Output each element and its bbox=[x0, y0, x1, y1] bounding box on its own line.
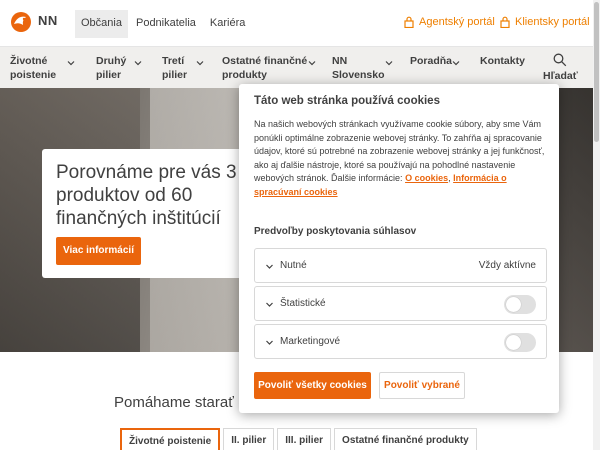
main-navigation: Životné poistenie Druhý pilier Tretí pil… bbox=[0, 46, 600, 88]
always-active-label: Vždy aktívne bbox=[478, 260, 536, 271]
cookie-dialog-title: Táto web stránka používá cookies bbox=[254, 95, 440, 107]
nav-label: Poradňa bbox=[410, 55, 453, 67]
brand-name: NN bbox=[38, 13, 58, 28]
search-label: Hľadať bbox=[543, 70, 578, 82]
section-title: Pomáhame starať bbox=[114, 394, 234, 411]
about-cookies-link[interactable]: O cookies bbox=[405, 173, 448, 183]
nav-label: Slovensko bbox=[332, 69, 385, 81]
nav-label: Životné bbox=[10, 55, 48, 67]
nav-label: pilier bbox=[162, 69, 188, 81]
cookie-description: Na našich webových stránkach využívame c… bbox=[254, 119, 545, 197]
search-icon bbox=[553, 53, 567, 67]
statistics-toggle[interactable] bbox=[504, 295, 536, 314]
toggle-knob bbox=[506, 297, 521, 312]
nav-item-treti-pilier[interactable]: Tretí pilier bbox=[162, 54, 187, 82]
chevron-down-icon[interactable] bbox=[452, 59, 460, 67]
tab-ostatne-produkty[interactable]: Ostatné finančné produkty bbox=[334, 428, 477, 450]
cookie-category-necessary[interactable]: Nutné Vždy aktívne bbox=[254, 248, 547, 283]
chevron-down-icon[interactable] bbox=[134, 59, 142, 67]
nav-label: poistenie bbox=[10, 69, 57, 81]
chevron-down-icon[interactable] bbox=[196, 59, 204, 67]
nav-label: produkty bbox=[222, 69, 267, 81]
hero-title: Porovnáme pre vás 3 produktov od 60 fina… bbox=[56, 162, 237, 229]
nav-label: pilier bbox=[96, 69, 122, 81]
tab-ii-pilier[interactable]: II. pilier bbox=[223, 428, 275, 450]
cookie-category-statistics[interactable]: Štatistické bbox=[254, 286, 547, 321]
category-label: Nutné bbox=[280, 260, 307, 271]
category-label: Štatistické bbox=[280, 298, 326, 309]
nav-item-zivotne-poistenie[interactable]: Životné poistenie bbox=[10, 54, 56, 82]
lock-icon bbox=[500, 16, 510, 28]
chevron-down-icon[interactable] bbox=[265, 262, 274, 271]
nav-item-ostatne-produkty[interactable]: Ostatné finančné produkty bbox=[222, 54, 307, 82]
scrollbar-thumb[interactable] bbox=[594, 2, 599, 142]
audience-tabs: Občania Podnikatelia Kariéra bbox=[75, 10, 253, 38]
accept-all-cookies-button[interactable]: Povoliť všetky cookies bbox=[254, 372, 371, 399]
tab-kariera[interactable]: Kariéra bbox=[204, 10, 251, 38]
client-portal-link[interactable]: Klientsky portál bbox=[500, 16, 590, 28]
lock-icon bbox=[404, 16, 414, 28]
cookie-category-marketing[interactable]: Marketingové bbox=[254, 324, 547, 359]
nav-item-druhy-pilier[interactable]: Druhý pilier bbox=[96, 54, 126, 82]
client-portal-label: Klientsky portál bbox=[515, 16, 590, 28]
nav-label: Druhý bbox=[96, 55, 127, 67]
chevron-down-icon[interactable] bbox=[308, 59, 316, 67]
nav-label: Kontakty bbox=[480, 55, 525, 67]
nav-label: NN bbox=[332, 55, 348, 67]
tab-podnikatelia[interactable]: Podnikatelia bbox=[130, 10, 202, 38]
page-scrollbar[interactable] bbox=[593, 0, 600, 450]
chevron-down-icon[interactable] bbox=[385, 59, 393, 67]
marketing-toggle[interactable] bbox=[504, 333, 536, 352]
tab-zivotne-poistenie[interactable]: Životné poistenie bbox=[120, 428, 221, 450]
tab-iii-pilier[interactable]: III. pilier bbox=[277, 428, 332, 450]
nav-item-nn-slovensko[interactable]: NN Slovensko bbox=[332, 54, 385, 82]
accept-selected-cookies-button[interactable]: Povoliť vybrané bbox=[379, 372, 465, 399]
toggle-knob bbox=[506, 335, 521, 350]
cookie-consent-dialog: Táto web stránka používá cookies Na naši… bbox=[239, 84, 559, 413]
nav-item-kontakty[interactable]: Kontakty bbox=[480, 54, 525, 68]
tab-obcania[interactable]: Občania bbox=[75, 10, 128, 38]
chevron-down-icon[interactable] bbox=[265, 338, 274, 347]
product-tabs: Životné poistenie II. pilier III. pilier… bbox=[120, 428, 480, 450]
consent-preferences-heading: Predvoľby poskytovania súhlasov bbox=[254, 226, 417, 237]
agent-portal-label: Agentský portál bbox=[419, 16, 495, 28]
hero-card: Porovnáme pre vás 3 produktov od 60 fina… bbox=[42, 149, 252, 278]
chevron-down-icon[interactable] bbox=[265, 300, 274, 309]
top-bar: NN Občania Podnikatelia Kariéra Agentský… bbox=[0, 0, 600, 46]
nn-lion-logo[interactable] bbox=[8, 10, 34, 34]
search-button[interactable]: Hľadať bbox=[543, 53, 578, 82]
category-label: Marketingové bbox=[280, 336, 341, 347]
agent-portal-link[interactable]: Agentský portál bbox=[404, 16, 495, 28]
chevron-down-icon[interactable] bbox=[67, 59, 75, 67]
nav-label: Tretí bbox=[162, 55, 185, 67]
more-info-button[interactable]: Viac informácií bbox=[56, 237, 141, 265]
nav-item-poradna[interactable]: Poradňa bbox=[410, 54, 452, 68]
nav-label: Ostatné finančné bbox=[222, 55, 308, 67]
